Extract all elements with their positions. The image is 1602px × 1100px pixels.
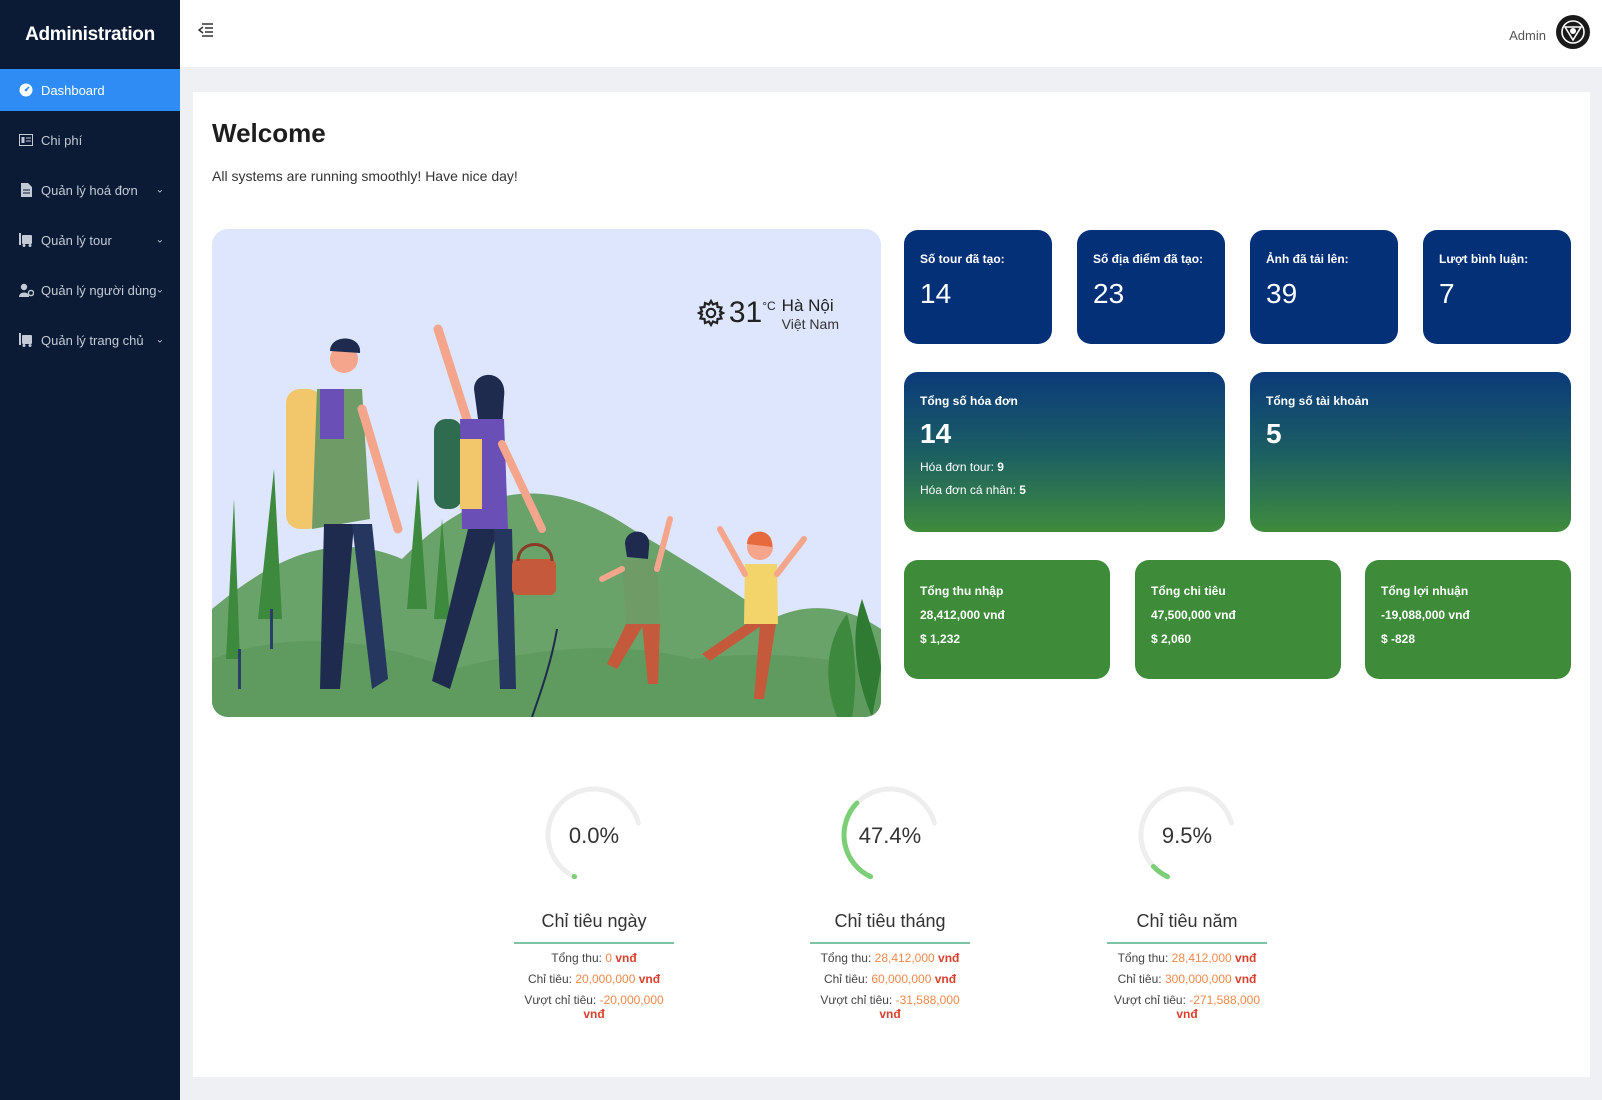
sidebar-item-tours[interactable]: Quản lý tour ⌄ xyxy=(0,219,180,261)
gauge-over: Vượt chỉ tiêu: -271,588,000 vnđ xyxy=(1113,993,1260,1021)
gauge-title: Chỉ tiêu năm xyxy=(1107,911,1267,944)
gauge-revenue: Tổng thu: 28,412,000 vnđ xyxy=(820,951,960,965)
stat-card-tours: Số tour đã tạo: 14 xyxy=(904,230,1052,344)
sidebar-item-label: Quản lý tour xyxy=(41,232,112,248)
stat-card-invoices: Tổng số hóa đơn 14 Hóa đơn tour: 9 Hóa đ… xyxy=(904,372,1225,532)
gauge-title: Chỉ tiêu tháng xyxy=(810,911,970,944)
stat-value: 23 xyxy=(1093,278,1125,309)
chevron-down-icon: ⌄ xyxy=(155,234,164,246)
sidebar-item-label: Dashboard xyxy=(41,82,105,98)
page-title: Welcome xyxy=(212,118,326,148)
stat-label: Số địa điểm đã tạo: xyxy=(1093,252,1204,266)
finance-card-expense: Tổng chi tiêu 47,500,000 vnđ $ 2,060 xyxy=(1135,560,1341,679)
invoice-tour-line: Hóa đơn tour: 9 xyxy=(920,460,1004,474)
gauge-revenue: Tổng thu: 0 vnđ xyxy=(551,951,637,965)
gauge-over: Vượt chỉ tiêu: -31,588,000 vnđ xyxy=(820,993,960,1021)
stat-label: Tổng số hóa đơn xyxy=(920,394,1018,408)
top-header: Admin xyxy=(180,0,1602,67)
tour-icon xyxy=(18,232,34,248)
home-icon xyxy=(18,332,34,348)
stat-label: Lượt bình luận: xyxy=(1439,252,1529,266)
weather-city: Hà Nội xyxy=(781,296,834,315)
stat-card-locations: Số địa điểm đã tạo: 23 xyxy=(1077,230,1225,344)
gauge-title: Chỉ tiêu ngày xyxy=(514,911,674,944)
stat-label: Ảnh đã tải lên: xyxy=(1266,252,1349,266)
finance-label: Tổng thu nhập xyxy=(920,584,1004,598)
gauge-target: Chỉ tiêu: 300,000,000 vnđ xyxy=(1117,972,1257,986)
weather-country: Việt Nam xyxy=(781,316,839,332)
gauge-revenue: Tổng thu: 28,412,000 vnđ xyxy=(1117,951,1257,965)
gauge-yearly: 9.5% Chỉ tiêu năm Tổng thu: 28,412,000 v… xyxy=(1107,775,1267,1021)
finance-usd: $ 1,232 xyxy=(920,632,961,646)
user-name[interactable]: Admin xyxy=(1509,28,1546,43)
gauge-percent: 47.4% xyxy=(858,823,922,848)
users-icon xyxy=(18,282,34,298)
weather-temperature: 31 xyxy=(728,296,763,329)
gauge-percent: 9.5% xyxy=(1161,823,1213,848)
gauge-monthly: 47.4% Chỉ tiêu tháng Tổng thu: 28,412,00… xyxy=(810,775,970,1021)
chevron-down-icon: ⌄ xyxy=(155,334,164,346)
stat-card-accounts: Tổng số tài khoản 5 xyxy=(1250,372,1571,532)
menu-toggle-icon[interactable] xyxy=(197,22,214,38)
invoice-icon xyxy=(18,182,34,198)
dashboard-icon xyxy=(18,82,34,98)
finance-label: Tổng lợi nhuận xyxy=(1381,584,1469,598)
gauge-percent: 0.0% xyxy=(568,823,620,848)
stat-label: Số tour đã tạo: xyxy=(920,252,1005,266)
finance-label: Tổng chi tiêu xyxy=(1151,584,1226,598)
sidebar-item-dashboard[interactable]: Dashboard xyxy=(0,69,180,111)
gauge-target: Chỉ tiêu: 20,000,000 vnđ xyxy=(527,972,661,986)
finance-usd: $ 2,060 xyxy=(1151,632,1192,646)
expense-icon xyxy=(18,132,34,148)
sidebar-item-expense[interactable]: Chi phí xyxy=(0,119,180,161)
hero-banner: 31 °C Hà Nội Việt Nam xyxy=(212,229,881,717)
gear-icon xyxy=(696,298,726,328)
finance-card-income: Tổng thu nhập 28,412,000 vnđ $ 1,232 xyxy=(904,560,1110,679)
stat-card-images: Ảnh đã tải lên: 39 xyxy=(1250,230,1398,344)
finance-usd: $ -828 xyxy=(1381,632,1416,646)
weather-unit: °C xyxy=(762,299,776,313)
stat-value: 39 xyxy=(1266,278,1298,309)
gauge-daily: 0.0% Chỉ tiêu ngày Tổng thu: 0 vnđ Chỉ t… xyxy=(514,775,674,1021)
finance-vnd: 47,500,000 vnđ xyxy=(1151,608,1236,622)
stat-value: 14 xyxy=(920,278,952,309)
weather-widget: 31 °C Hà Nội Việt Nam xyxy=(696,296,839,333)
sidebar-item-users[interactable]: Quản lý người dùng ⌄ xyxy=(0,269,180,311)
sidebar: Administration Dashboard Chi phí Quản lý… xyxy=(0,0,180,1100)
stat-value: 5 xyxy=(1266,418,1282,449)
finance-card-profit: Tổng lợi nhuận -19,088,000 vnđ $ -828 xyxy=(1365,560,1571,679)
finance-vnd: 28,412,000 vnđ xyxy=(920,608,1005,622)
sidebar-item-label: Quản lý trang chủ xyxy=(41,332,144,348)
stat-label: Tổng số tài khoản xyxy=(1266,394,1369,408)
weather-location: Hà Nội Việt Nam xyxy=(782,297,839,333)
gauge-target: Chỉ tiêu: 60,000,000 vnđ xyxy=(823,972,957,986)
stat-value: 7 xyxy=(1439,278,1455,309)
chevron-down-icon: ⌄ xyxy=(155,284,164,296)
page-subtitle: All systems are running smoothly! Have n… xyxy=(212,168,518,184)
invoice-personal-line: Hóa đơn cá nhân: 5 xyxy=(920,483,1026,497)
avatar[interactable] xyxy=(1556,15,1590,49)
sidebar-item-label: Chi phí xyxy=(41,132,83,148)
sidebar-item-label: Quản lý hoá đơn xyxy=(41,182,138,198)
brand-title: Administration xyxy=(25,23,155,45)
gauge-over: Vượt chỉ tiêu: -20,000,000 vnđ xyxy=(524,993,664,1021)
sidebar-item-label: Quản lý người dùng xyxy=(41,282,157,298)
stat-card-comments: Lượt bình luận: 7 xyxy=(1423,230,1571,344)
main-content: Welcome All systems are running smoothly… xyxy=(193,92,1590,1077)
finance-vnd: -19,088,000 vnđ xyxy=(1381,608,1470,622)
stat-value: 14 xyxy=(920,418,952,449)
sidebar-item-homepage[interactable]: Quản lý trang chủ ⌄ xyxy=(0,319,180,361)
sidebar-item-invoices[interactable]: Quản lý hoá đơn ⌄ xyxy=(0,169,180,211)
chevron-down-icon: ⌄ xyxy=(155,184,164,196)
